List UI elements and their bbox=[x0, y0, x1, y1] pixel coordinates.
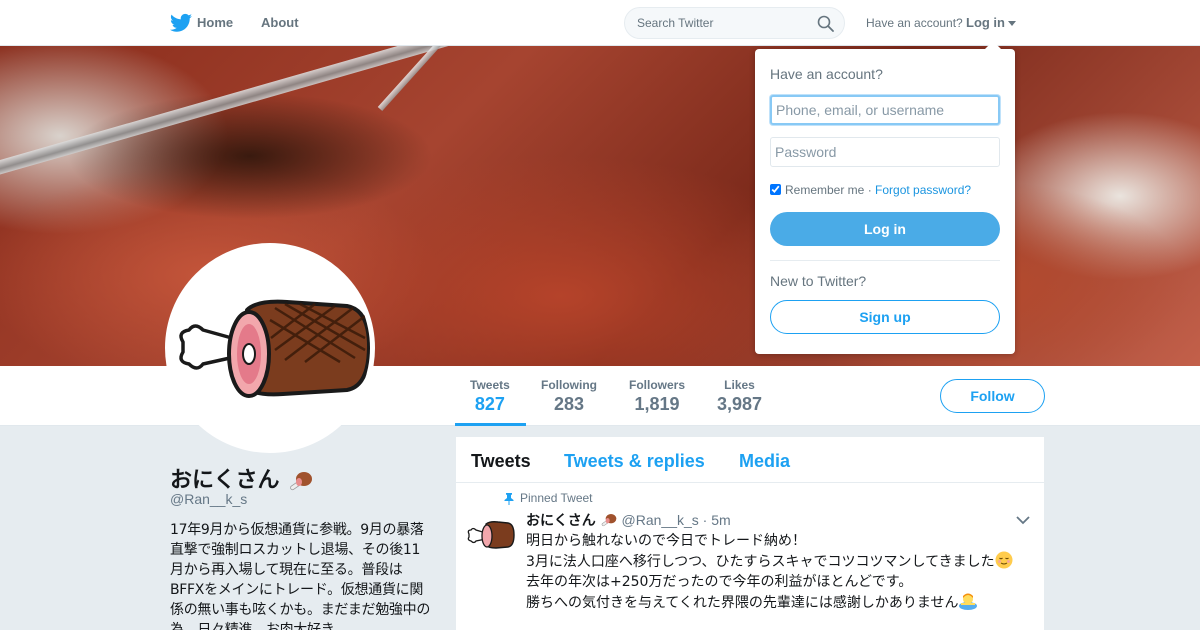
login-toggle-label: Log in bbox=[966, 15, 1005, 30]
remember-me-label[interactable]: Remember me bbox=[785, 183, 864, 197]
relieved-face-emoji-icon bbox=[995, 551, 1013, 569]
tweet-line: 3月に法人口座へ移行しつつ、ひたすらスキャでコツコツマンしてきました bbox=[526, 554, 995, 570]
tweet-header: おにくさん @Ran__k_s · 5m bbox=[526, 510, 731, 530]
avatar[interactable] bbox=[165, 243, 375, 453]
meat-on-bone-emoji-icon bbox=[289, 472, 312, 491]
stat-label: Likes bbox=[724, 378, 755, 392]
login-card-title: Have an account? bbox=[770, 66, 883, 82]
bowing-person-emoji-icon bbox=[959, 593, 978, 610]
stat-label: Tweets bbox=[470, 378, 510, 392]
nav-about-link[interactable]: About bbox=[261, 15, 299, 30]
profile-name[interactable]: おにくさん bbox=[170, 462, 314, 494]
stat-tweets[interactable]: Tweets 827 bbox=[470, 378, 510, 415]
pin-icon bbox=[504, 492, 514, 505]
login-dropdown-toggle[interactable]: Log in bbox=[966, 15, 1016, 30]
twitter-bird-icon[interactable] bbox=[170, 13, 192, 33]
follow-button[interactable]: Follow bbox=[940, 379, 1045, 413]
fork-decoration bbox=[0, 46, 578, 180]
tweet-line: 勝ちへの気付きを与えてくれた界隈の先輩達には感謝しかありません bbox=[526, 595, 959, 611]
remember-row: Remember me · Forgot password? bbox=[770, 183, 971, 197]
stat-value: 1,819 bbox=[634, 394, 680, 414]
login-button[interactable]: Log in bbox=[770, 212, 1000, 246]
meat-on-bone-emoji-icon bbox=[601, 514, 616, 527]
tab-tweets[interactable]: Tweets bbox=[471, 451, 531, 472]
caret-down-icon bbox=[1008, 21, 1016, 27]
tweet-line-with-emoji: 3月に法人口座へ移行しつつ、ひたすらスキャでコツコツマンしてきました bbox=[526, 551, 1013, 572]
divider bbox=[770, 260, 1000, 261]
top-navigation: Home About Have an account? Log in bbox=[0, 0, 1200, 46]
profile-handle[interactable]: @Ran__k_s bbox=[170, 491, 247, 507]
timeline-tabs: Tweets Tweets & replies Media bbox=[456, 437, 1044, 483]
login-dropdown: Have an account? Remember me · Forgot pa… bbox=[755, 41, 1015, 354]
stat-label: Following bbox=[541, 378, 597, 392]
timeline: Tweets Tweets & replies Media Pinned Twe… bbox=[456, 437, 1044, 630]
search-box bbox=[624, 7, 845, 39]
password-field[interactable] bbox=[770, 137, 1000, 167]
search-input[interactable] bbox=[637, 8, 812, 38]
remember-me-checkbox[interactable] bbox=[770, 184, 781, 195]
meat-on-bone-icon bbox=[179, 299, 370, 398]
nav-home-link[interactable]: Home bbox=[197, 15, 233, 30]
forgot-password-link[interactable]: Forgot password? bbox=[875, 183, 971, 197]
pinned-indicator: Pinned Tweet bbox=[504, 491, 593, 505]
profile-bio: 17年9月から仮想通貨に参戦。9月の暴落直撃で強制ロスカットし退場、その後11月… bbox=[170, 522, 431, 630]
account-prompt: Have an account? bbox=[866, 16, 963, 30]
tweet-text: 明日から触れないので今日でトレード納め！ 3月に法人口座へ移行しつつ、ひたすらス… bbox=[526, 531, 1013, 613]
tweet-avatar[interactable] bbox=[467, 521, 515, 549]
stat-followers[interactable]: Followers 1,819 bbox=[629, 378, 685, 415]
stat-likes[interactable]: Likes 3,987 bbox=[717, 378, 762, 415]
profile-name-text: おにくさん bbox=[170, 467, 280, 492]
signup-button[interactable]: Sign up bbox=[770, 300, 1000, 334]
stat-value: 3,987 bbox=[717, 394, 763, 414]
stat-value: 827 bbox=[474, 394, 505, 414]
stat-following[interactable]: Following 283 bbox=[541, 378, 597, 415]
new-to-twitter-label: New to Twitter? bbox=[770, 273, 867, 289]
stat-label: Followers bbox=[629, 378, 686, 392]
tab-tweets-and-replies[interactable]: Tweets & replies bbox=[564, 451, 705, 472]
separator-dot: · bbox=[864, 183, 876, 197]
username-field[interactable] bbox=[770, 95, 1000, 125]
tweet-line: 去年の年次は+250万だったので今年の利益がほとんどです。 bbox=[526, 574, 913, 590]
active-stat-indicator bbox=[455, 423, 526, 426]
pinned-label: Pinned Tweet bbox=[520, 491, 593, 505]
tab-media[interactable]: Media bbox=[739, 451, 790, 472]
stat-value: 283 bbox=[553, 394, 585, 414]
tweet-line: 明日から触れないので今日でトレード納め！ bbox=[526, 533, 806, 549]
chevron-down-icon[interactable] bbox=[1016, 515, 1030, 525]
tweet-author[interactable]: おにくさん bbox=[526, 513, 596, 529]
tweet-line-with-emoji: 勝ちへの気付きを与えてくれた界隈の先輩達には感謝しかありません bbox=[526, 592, 1013, 613]
search-icon[interactable] bbox=[817, 15, 834, 32]
tweet-handle-time[interactable]: @Ran__k_s · 5m bbox=[622, 512, 731, 528]
